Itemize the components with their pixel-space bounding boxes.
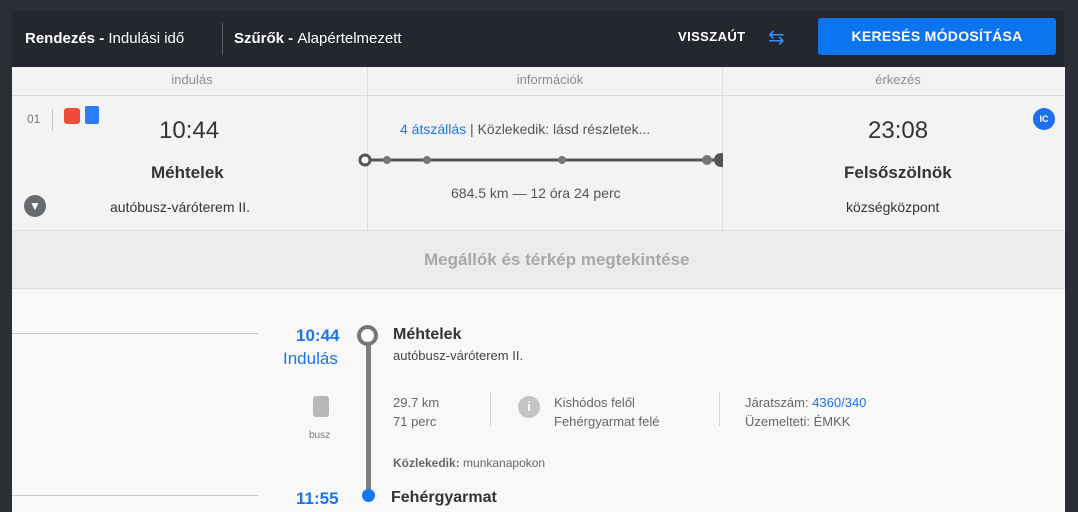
bus-icon (64, 108, 80, 124)
stops-map-button[interactable]: Megállók és térkép megtekintése (12, 230, 1065, 289)
arrival-time: 23:08 (868, 117, 929, 144)
sort-value: Indulási idő (108, 30, 185, 47)
operator-row: Üzemelteti: ÉMKK (745, 414, 850, 429)
segment-distance: 29.7 km (393, 395, 440, 410)
journey-index-divider (52, 109, 53, 131)
column-header-divider (12, 95, 1065, 96)
next-stop-marker (362, 489, 375, 502)
detail-start-place: Méhtelek (393, 326, 462, 343)
info-icon: i (518, 396, 540, 418)
intercity-badge: IC (1033, 108, 1055, 130)
sort-label: Rendezés - (25, 30, 109, 47)
information-column-header: információk (516, 72, 584, 87)
runs-info: | Közlekedik: lásd részletek... (466, 121, 651, 137)
results-toolbar: Rendezés - Indulási idő Szűrők - Alapért… (12, 11, 1064, 67)
toolbar-divider (222, 23, 223, 55)
route-number-row: Járatszám: 4360/340 (745, 395, 866, 410)
start-stop-marker (357, 325, 378, 346)
route-number-label: Járatszám: (745, 395, 813, 410)
journey-summary: 4 átszállás | Közlekedik: lásd részletek… (400, 121, 650, 137)
direction-to: Fehérgyarmat felé (554, 414, 660, 429)
arrival-stop: községközpont (846, 199, 940, 215)
detail-divider (490, 392, 491, 426)
service-label: Közlekedik: (393, 456, 464, 470)
train-icon (85, 106, 99, 124)
detail-divider (719, 392, 720, 426)
column-divider (367, 67, 368, 230)
departure-column-header: indulás (171, 72, 213, 87)
arrival-column-header: érkezés (875, 72, 921, 87)
stops-map-label: Megállók és térkép megtekintése (424, 250, 690, 269)
departure-place: Méhtelek (151, 163, 224, 182)
detail-start-stop: autóbusz-váróterem II. (393, 348, 524, 363)
operator-label: Üzemelteti: (745, 414, 814, 429)
arrival-place: Felsőszölnök (844, 163, 952, 182)
vehicle-type: busz (309, 430, 331, 441)
column-divider (722, 67, 723, 230)
filter-label: Szűrők - (234, 30, 298, 47)
journey-details: 10:44 Indulás Méhtelek autóbusz-várótere… (12, 290, 1065, 512)
journey-result-panel: indulás információk érkezés 01 10:44 Méh… (12, 67, 1065, 512)
app-frame: Rendezés - Indulási idő Szűrők - Alapért… (0, 0, 1078, 512)
detail-start-label: Indulás (283, 349, 338, 368)
detail-separator (12, 495, 258, 496)
return-trip-button[interactable]: VISSZAÚT (678, 29, 745, 44)
modify-search-button[interactable]: KERESÉS MÓDOSÍTÁSA (818, 18, 1056, 55)
service-days: munkanapokon (463, 456, 546, 470)
route-number-link[interactable]: 4360/340 (812, 395, 866, 410)
departure-time: 10:44 (159, 117, 220, 144)
detail-separator (12, 333, 258, 334)
swap-arrows-icon[interactable]: ⇆ (768, 25, 785, 50)
segment-duration: 71 perc (393, 414, 437, 429)
distance-duration: 684.5 km — 12 óra 24 perc (451, 185, 621, 201)
filter-control[interactable]: Szűrők - Alapértelmezett (234, 30, 402, 47)
journey-timeline (366, 335, 371, 500)
departure-stop: autóbusz-váróterem II. (110, 199, 251, 215)
service-days-row: Közlekedik: munkanapokon (393, 456, 545, 470)
filter-value: Alapértelmezett (297, 30, 402, 47)
detail-next-time: 11:55 (296, 489, 339, 508)
transfers-link[interactable]: 4 átszállás (400, 121, 466, 137)
route-progress-line (358, 153, 723, 167)
journey-index: 01 (27, 112, 41, 126)
sort-control[interactable]: Rendezés - Indulási idő (25, 30, 184, 47)
chevron-down-icon[interactable]: ▼ (24, 195, 46, 217)
operator-name: ÉMKK (813, 414, 851, 429)
detail-next-place: Fehérgyarmat (391, 489, 497, 506)
bus-icon (313, 396, 329, 417)
detail-start-time: 10:44 (296, 326, 340, 345)
direction-from: Kishódos felől (554, 395, 635, 410)
